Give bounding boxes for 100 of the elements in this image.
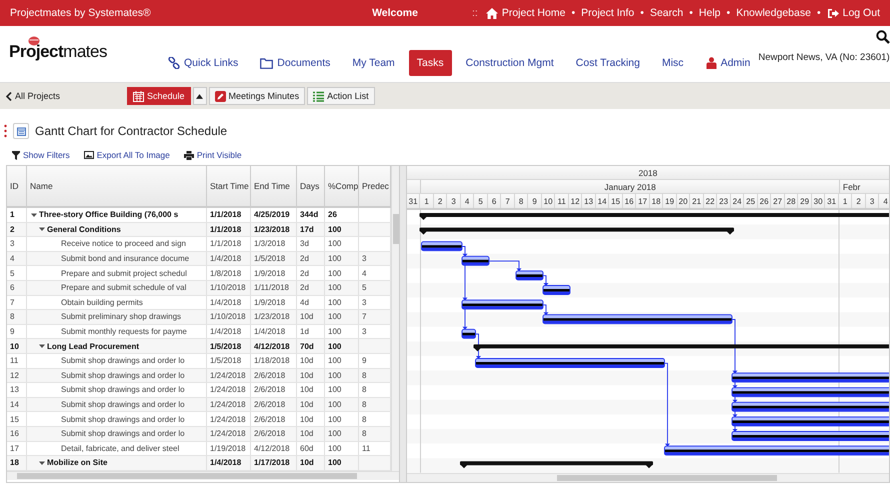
table-cell: 10d: [297, 310, 325, 324]
summary-bar[interactable]: [460, 461, 653, 468]
table-cell: 100: [325, 252, 359, 266]
table-cell: 3: [7, 237, 27, 251]
nav-tab[interactable]: Misc: [654, 50, 692, 76]
table-cell: 4/12/2018: [251, 339, 297, 353]
table-cell: 2/6/2018: [251, 426, 297, 440]
column-header[interactable]: ID: [7, 166, 27, 206]
table-cell: 1/4/2018: [207, 296, 251, 310]
task-bar[interactable]: [420, 241, 462, 252]
column-header[interactable]: %Comp: [325, 166, 359, 206]
summary-bar[interactable]: [419, 228, 734, 235]
column-header[interactable]: Days: [297, 166, 325, 206]
nav-tab[interactable]: Tasks: [408, 50, 452, 76]
bullet-separator: •: [816, 7, 821, 19]
filter-icon: [12, 150, 20, 160]
table-cell: 1/4/2018: [251, 324, 297, 338]
vertical-scrollbar[interactable]: [391, 166, 399, 471]
person-icon: [706, 57, 717, 69]
toolbar-link[interactable]: Show Filters: [12, 148, 70, 162]
table-cell: 1/1/2018: [207, 222, 251, 236]
task-bar[interactable]: [731, 372, 889, 383]
table-cell: 17: [7, 442, 27, 456]
table-cell: 1/1/2018: [207, 237, 251, 251]
top-link[interactable]: Help: [698, 7, 721, 19]
day-header: 26: [758, 194, 772, 208]
view-tab[interactable]: Schedule: [127, 87, 191, 105]
nav-tab[interactable]: My Team: [344, 50, 403, 76]
task-bar[interactable]: [474, 358, 665, 368]
project-home-link[interactable]: Project Home: [486, 7, 566, 19]
day-header: 11: [555, 194, 569, 208]
table-cell: 1/4/2018: [207, 456, 251, 470]
task-bar[interactable]: [542, 314, 732, 324]
view-tab[interactable]: Action List: [307, 87, 375, 105]
search-icon[interactable]: [876, 30, 890, 44]
top-link[interactable]: Knowledgebase: [736, 7, 811, 19]
day-header: 12: [568, 194, 582, 208]
nav-tab[interactable]: Quick Links: [160, 50, 246, 76]
day-header: 17: [636, 194, 650, 208]
table-cell: 11: [7, 354, 27, 368]
task-bar[interactable]: [731, 431, 889, 441]
collapse-icon[interactable]: [39, 226, 45, 232]
summary-bar[interactable]: [419, 213, 889, 220]
task-bar[interactable]: [731, 416, 889, 426]
task-bar[interactable]: [461, 300, 544, 310]
table-cell: 1/5/2018: [207, 354, 251, 368]
table-cell: Submit shop drawings and order lo: [27, 426, 207, 440]
table-cell: 17d: [297, 222, 325, 236]
task-bar[interactable]: [664, 446, 889, 456]
summary-bar[interactable]: [473, 344, 889, 352]
task-bar[interactable]: [461, 256, 490, 266]
toolbar-link[interactable]: Export All To Image: [84, 148, 170, 162]
table-cell: Submit shop drawings and order lo: [27, 412, 207, 426]
table-cell: 70d: [297, 339, 325, 353]
top-link[interactable]: Search: [650, 7, 684, 19]
collapse-icon[interactable]: [39, 460, 45, 466]
task-bar[interactable]: [461, 328, 476, 339]
nav-tab[interactable]: Cost Tracking: [568, 50, 648, 76]
collapse-icon[interactable]: [31, 212, 37, 218]
table-cell: 2/6/2018: [251, 398, 297, 412]
bullet-separator: •: [726, 7, 730, 19]
splitter-handle[interactable]: [399, 166, 407, 482]
nav-tab[interactable]: Admin: [698, 50, 758, 76]
bullet-separator: •: [571, 7, 576, 19]
toolbar-link[interactable]: Print Visible: [184, 148, 242, 162]
day-header: 19: [663, 194, 677, 208]
day-header: 20: [676, 194, 690, 208]
chevron-left-icon: [6, 92, 12, 100]
nav-tab[interactable]: Documents: [252, 50, 338, 76]
logo-text: Projectmates: [9, 42, 107, 62]
day-header: 16: [622, 194, 636, 208]
collapse-icon[interactable]: [39, 343, 45, 350]
app-brand: Projectmates by Systemates®: [10, 7, 152, 19]
dependency-arrow: [474, 334, 481, 359]
table-cell: 2/6/2018: [251, 383, 297, 397]
view-tab[interactable]: Meetings Minutes: [208, 87, 306, 105]
all-projects-link[interactable]: All Projects: [6, 91, 127, 101]
day-header: 13: [582, 194, 596, 208]
task-bar[interactable]: [515, 270, 544, 280]
day-header: 6: [488, 194, 502, 208]
table-cell: 2/6/2018: [251, 412, 297, 426]
table-cell: 1d: [297, 324, 325, 338]
nav-tab[interactable]: Construction Mgmt: [458, 50, 562, 76]
month-header: January 2018: [420, 180, 839, 193]
task-bar[interactable]: [731, 387, 889, 398]
dropdown-button[interactable]: [192, 87, 207, 105]
table-cell: 4: [7, 252, 27, 266]
table-cell: 10d: [297, 383, 325, 397]
log-out-link[interactable]: Log Out: [826, 7, 880, 19]
drag-handle-icon[interactable]: [4, 124, 7, 138]
table-cell: 100: [325, 426, 359, 440]
day-header: 1: [420, 194, 434, 208]
column-header[interactable]: Name: [27, 166, 207, 206]
top-link[interactable]: Project Info: [581, 7, 634, 19]
task-bar[interactable]: [542, 285, 570, 295]
column-header[interactable]: End Time: [251, 166, 297, 206]
column-header[interactable]: Start Time: [207, 166, 251, 206]
table-cell: 100: [325, 237, 359, 251]
task-bar[interactable]: [731, 402, 889, 412]
table-cell: General Conditions: [27, 222, 207, 236]
